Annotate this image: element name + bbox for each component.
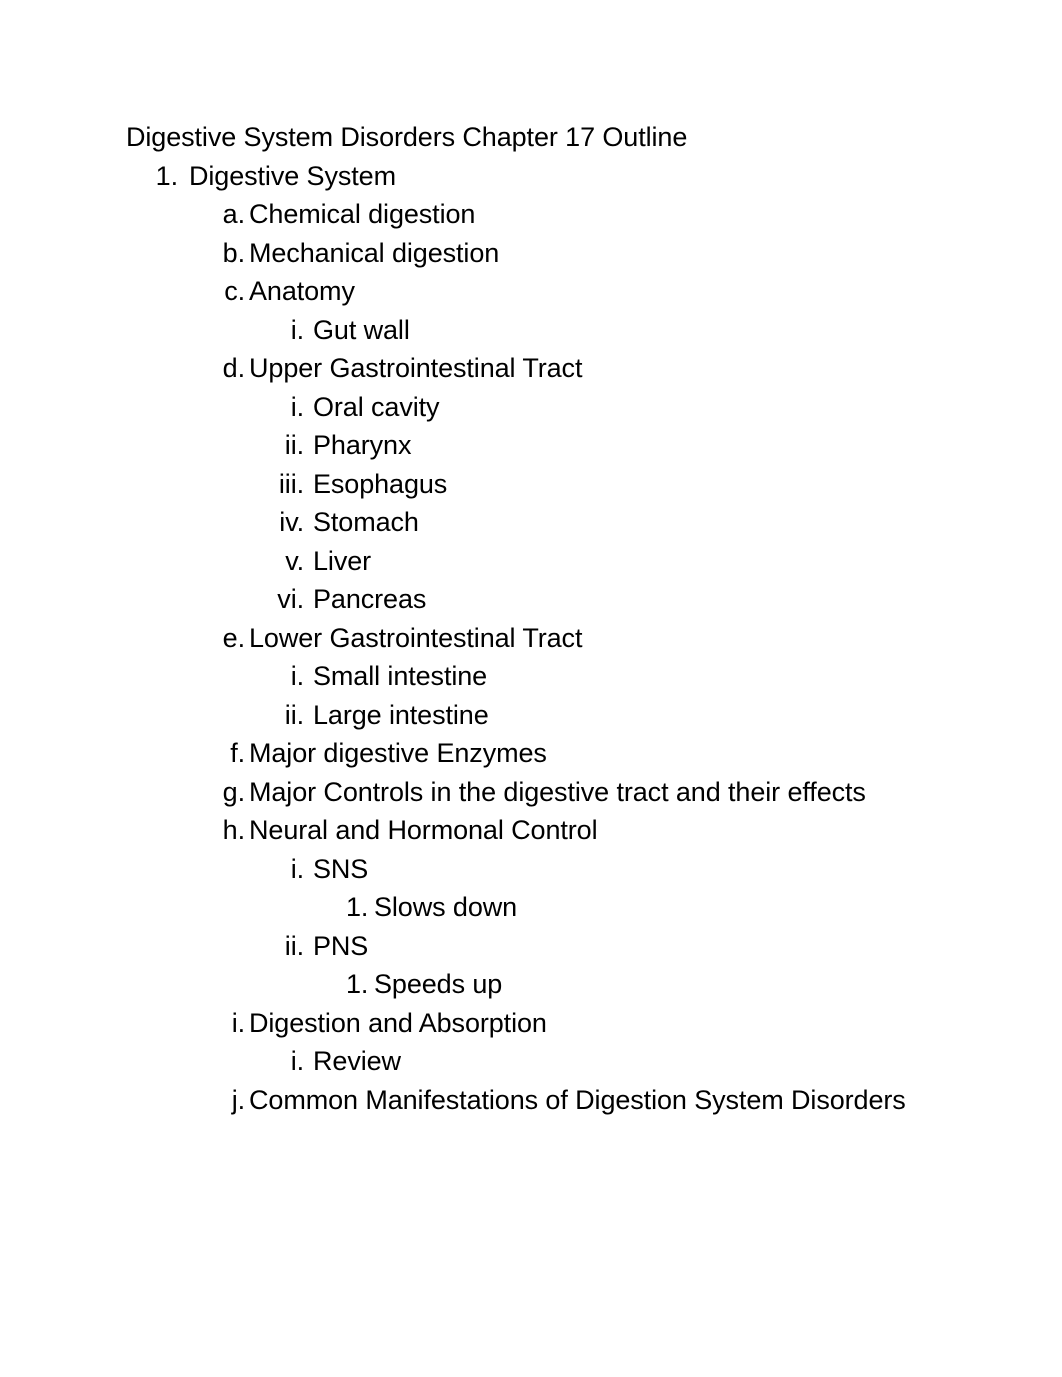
outline-item-marker: i. [290,1046,304,1076]
outline-item-text: Small intestine [313,661,488,691]
outline-item-marker: ii. [284,430,304,460]
outline-item-text: Pharynx [313,430,412,460]
outline-item: i. Oral cavity [126,388,956,427]
outline-item-text: Gut wall [313,314,410,345]
outline-item-marker: vi. [277,584,304,614]
outline-item: 1. Speeds up [126,965,956,1004]
outline-item-text: Esophagus [313,468,448,499]
outline-item-text: Chemical digestion [249,199,476,229]
outline-item: ii. PNS [126,927,956,966]
outline-item-marker: d. [222,353,245,383]
outline-item-text: Pancreas [313,584,427,614]
outline-item-text: Stomach [313,507,419,537]
outline-item-marker: iv. [279,507,304,537]
outline-item-marker: a. [222,199,245,229]
outline-item: i. Small intestine [126,657,956,696]
outline-item-text: SNS [313,853,369,884]
outline-item-text: Neural and Hormonal Control [249,815,598,845]
outline-item: i. Gut wall [126,311,956,350]
outline-item-marker: 1. [346,969,369,999]
document-title: Digestive System Disorders Chapter 17 Ou… [126,122,688,152]
outline-item: j. Common Manifestations of Digestion Sys… [126,1081,956,1120]
outline-item-marker: i. [231,1007,245,1038]
outline-item: f. Major digestive Enzymes [126,734,956,773]
outline-item-marker: i. [290,391,304,422]
outline-item-marker: i. [290,853,304,884]
outline-item: v. Liver [126,542,956,581]
outline-item: i. Digestion and Absorption [126,1004,956,1043]
outline-item-text: Major digestive Enzymes [249,738,547,768]
outline-item-text: Digestion and Absorption [249,1007,547,1038]
outline-item: d. Upper Gastrointestinal Tract [126,349,956,388]
outline-item-text: Liver [313,545,372,576]
document-body: Digestive System Disorders Chapter 17 Ou… [126,118,956,1119]
outline-item-text: Oral cavity [313,391,440,422]
outline-item: 1. Digestive System [126,157,956,196]
outline-item-marker: f. [230,738,245,768]
outline-item-text: Speeds up [374,969,503,999]
outline-item-text: Anatomy [249,276,355,306]
outline-item-marker: h. [222,815,245,845]
outline-item-text: Review [313,1046,401,1076]
outline-item: h. Neural and Hormonal Control [126,811,956,850]
outline-item-text: Major Controls in the digestive tract an… [249,776,866,807]
outline-item: ii. Large intestine [126,696,956,735]
outline-item-text: Lower Gastrointestinal Tract [249,622,583,653]
outline-item-marker: ii. [284,699,304,730]
outline-item: b. Mechanical digestion [126,234,956,273]
outline-item-text: Common Manifestations of Digestion Syste… [249,1084,906,1115]
outline-item-marker: iii. [278,468,304,499]
outline-item-marker: e. [222,622,245,653]
outline-item-marker: g. [222,776,245,807]
outline-item-text: Digestive System [189,160,396,191]
outline-item: a. Chemical digestion [126,195,956,234]
outline-list: 1. Digestive System a. Chemical digestion b.… [126,157,956,1120]
outline-item-marker: ii. [284,930,304,961]
outline-item-text: Upper Gastrointestinal Tract [249,353,583,383]
outline-item-text: Slows down [374,892,518,922]
outline-item-marker: c. [224,276,245,306]
outline-item: vi. Pancreas [126,580,956,619]
outline-item: iv. Stomach [126,503,956,542]
outline-item: c. Anatomy [126,272,956,311]
outline-item-text: PNS [313,930,369,961]
outline-item-marker: i. [290,314,304,345]
outline-item: iii. Esophagus [126,465,956,504]
outline-item-text: Large intestine [313,699,489,730]
outline-item: 1. Slows down [126,888,956,927]
outline-item-marker: i. [290,661,304,691]
outline-item: ii. Pharynx [126,426,956,465]
outline-item: g. Major Controls in the digestive tract … [126,773,956,812]
outline-item: e. Lower Gastrointestinal Tract [126,619,956,658]
outline-item-marker: v. [285,545,304,576]
outline-item-marker: j. [231,1084,245,1115]
outline-item-marker: 1. [155,160,178,191]
outline-item-marker: 1. [346,892,369,922]
document-page: Digestive System Disorders Chapter 17 Ou… [0,0,1062,1377]
outline-item: i. SNS [126,850,956,889]
outline-item-marker: b. [222,237,245,268]
outline-item-text: Mechanical digestion [249,237,500,268]
outline-item: i. Review [126,1042,956,1081]
